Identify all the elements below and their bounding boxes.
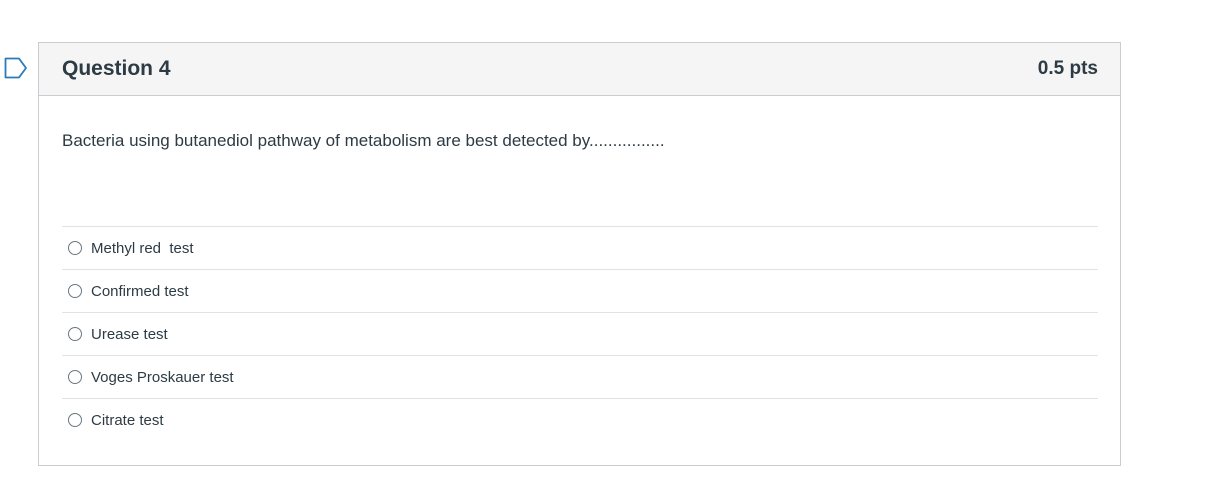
answer-option-4[interactable]: Voges Proskauer test bbox=[62, 355, 1098, 398]
question-header: Question 4 0.5 pts bbox=[39, 43, 1120, 96]
answer-label: Confirmed test bbox=[91, 282, 189, 300]
answer-option-3[interactable]: Urease test bbox=[62, 312, 1098, 355]
question-points: 0.5 pts bbox=[1037, 58, 1098, 79]
flag-question-icon[interactable] bbox=[4, 57, 28, 79]
answer-label: Citrate test bbox=[91, 411, 164, 429]
answer-option-1[interactable]: Methyl red test bbox=[62, 226, 1098, 269]
question-title: Question 4 bbox=[62, 57, 171, 80]
answer-label: Voges Proskauer test bbox=[91, 368, 234, 386]
answer-option-5[interactable]: Citrate test bbox=[62, 398, 1098, 441]
question-text: Bacteria using butanediol pathway of met… bbox=[62, 131, 665, 150]
answer-label: Urease test bbox=[91, 325, 168, 343]
radio-button[interactable] bbox=[68, 370, 82, 384]
answer-list: Methyl red test Confirmed test Urease te… bbox=[62, 226, 1098, 441]
question-card: Question 4 0.5 pts Bacteria using butane… bbox=[38, 42, 1121, 466]
radio-button[interactable] bbox=[68, 327, 82, 341]
radio-button[interactable] bbox=[68, 241, 82, 255]
answer-label: Methyl red test bbox=[91, 239, 194, 257]
radio-button[interactable] bbox=[68, 413, 82, 427]
answer-option-2[interactable]: Confirmed test bbox=[62, 269, 1098, 312]
radio-button[interactable] bbox=[68, 284, 82, 298]
